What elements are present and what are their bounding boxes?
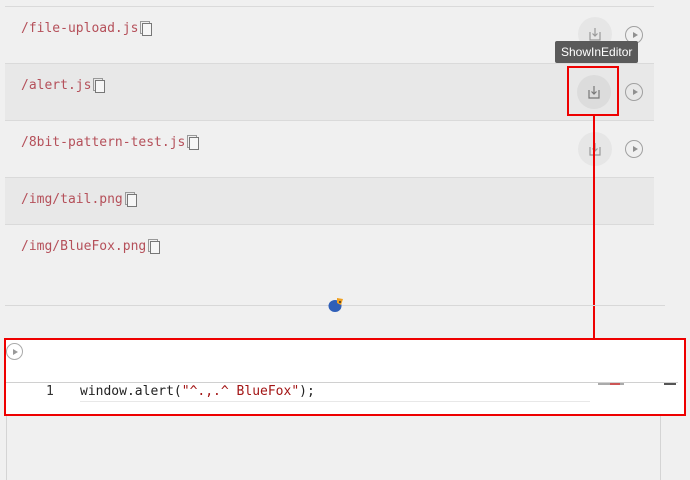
file-row: /alert.js — [5, 63, 654, 120]
output-area — [6, 416, 661, 480]
editor-run-button[interactable] — [6, 343, 23, 360]
play-icon — [632, 89, 638, 95]
file-name-link[interactable]: /img/tail.png — [21, 192, 123, 207]
open-in-editor-icon — [589, 27, 601, 41]
open-in-editor-icon — [589, 142, 601, 156]
file-name-link[interactable]: /alert.js — [21, 78, 91, 93]
play-icon — [13, 348, 18, 355]
bluefox-logo-icon — [327, 296, 345, 314]
minimap[interactable] — [598, 383, 628, 385]
file-row: /img/BlueFox.png — [5, 224, 654, 271]
scrollbar[interactable] — [664, 383, 676, 385]
file-row: /8bit-pattern-test.js — [5, 120, 654, 177]
copy-icon[interactable] — [148, 239, 161, 254]
copy-icon[interactable] — [187, 135, 200, 150]
run-button[interactable] — [625, 83, 643, 101]
copy-icon[interactable] — [124, 192, 138, 207]
code-line[interactable]: window.alert("^.,.^ BlueFox"); — [80, 384, 315, 399]
play-icon — [632, 32, 638, 38]
copy-icon[interactable] — [140, 21, 153, 36]
play-icon — [632, 146, 638, 152]
line-number: 1 — [46, 384, 54, 399]
current-line-underline — [80, 401, 590, 402]
show-in-editor-button[interactable] — [578, 132, 612, 166]
tooltip: ShowInEditor — [555, 41, 639, 63]
file-name-link[interactable]: /img/BlueFox.png — [21, 239, 146, 254]
copy-icon[interactable] — [93, 78, 106, 93]
run-button[interactable] — [625, 140, 643, 158]
code-editor[interactable]: 1 window.alert("^.,.^ BlueFox"); — [6, 382, 678, 413]
highlight-box — [567, 66, 619, 116]
file-name-link[interactable]: /file-upload.js — [21, 21, 138, 36]
file-name-link[interactable]: /8bit-pattern-test.js — [21, 135, 185, 150]
file-row: /img/tail.png — [5, 177, 654, 224]
